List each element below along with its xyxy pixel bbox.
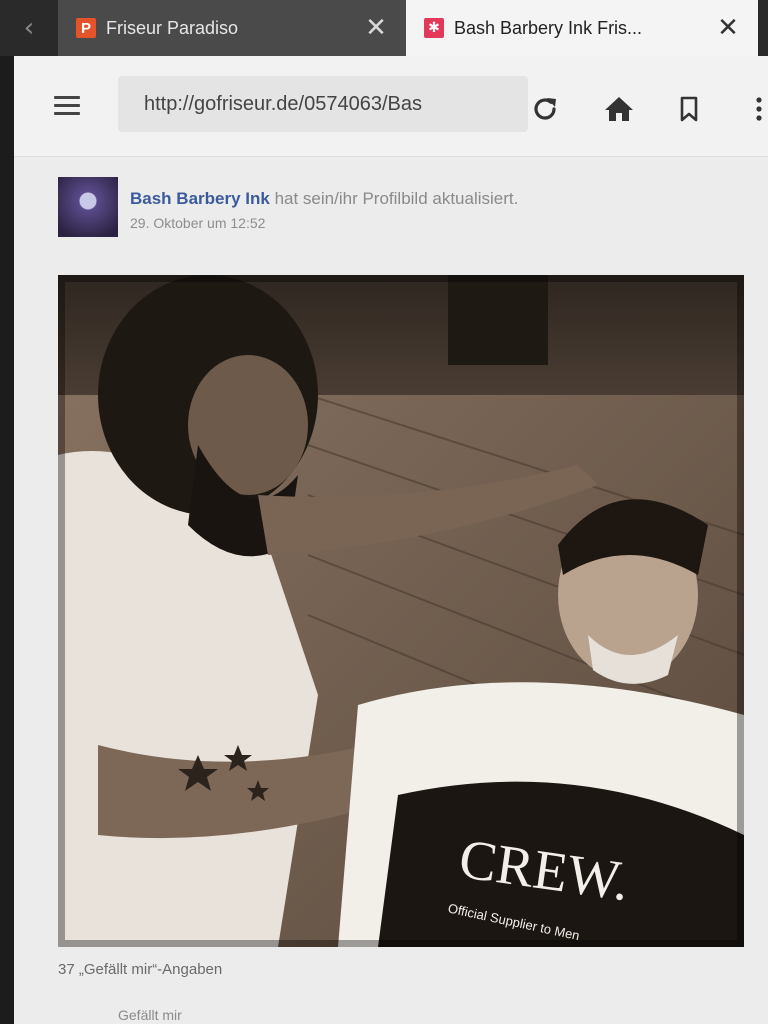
tab-scroll-left-icon[interactable]: ‹ [0,0,58,56]
like-button[interactable]: Gefällt mir [118,1007,182,1023]
tab-title: Bash Barbery Ink Fris... [454,17,643,38]
url-bar[interactable]: http://gofriseur.de/0574063/Bas [118,76,528,132]
tab-friseur-paradiso[interactable]: P Friseur Paradiso ✕ [58,0,406,56]
post-photo[interactable]: CREW. Official Supplier to Men [58,275,744,947]
home-icon[interactable] [602,92,636,126]
profile-avatar[interactable] [58,177,118,237]
post-action-text: hat sein/ihr Profilbild aktualisiert. [274,189,519,208]
close-tab-icon[interactable]: ✕ [356,13,396,43]
post-timestamp[interactable]: 29. Oktober um 12:52 [130,215,265,231]
page-content: Bash Barbery Ink hat sein/ihr Profilbild… [14,157,768,1024]
menu-icon[interactable] [54,96,80,116]
author-name-link[interactable]: Bash Barbery Ink [130,189,270,208]
bookmark-icon[interactable] [672,92,706,126]
barber-photo-illustration: CREW. Official Supplier to Men [58,275,744,947]
tab-title: Friseur Paradiso [106,17,239,38]
more-icon[interactable] [742,92,768,126]
browser-toolbar: http://gofriseur.de/0574063/Bas [14,56,768,157]
tab-strip: ‹ P Friseur Paradiso ✕ ✱ Bash Barbery In… [0,0,768,56]
reload-icon[interactable] [528,92,562,126]
tab-bash-barbery-ink[interactable]: ✱ Bash Barbery Ink Fris... ✕ [406,0,758,56]
post-action-row: Gefällt mir [58,1007,748,1024]
post-header: Bash Barbery Ink hat sein/ihr Profilbild… [58,177,698,239]
favicon-p-icon: P [76,18,96,38]
favicon-star-icon: ✱ [424,18,444,38]
close-tab-icon[interactable]: ✕ [708,13,748,43]
likes-count[interactable]: 37 „Gefällt mir“-Angaben [58,961,222,978]
post-author-line: Bash Barbery Ink hat sein/ihr Profilbild… [130,189,518,209]
